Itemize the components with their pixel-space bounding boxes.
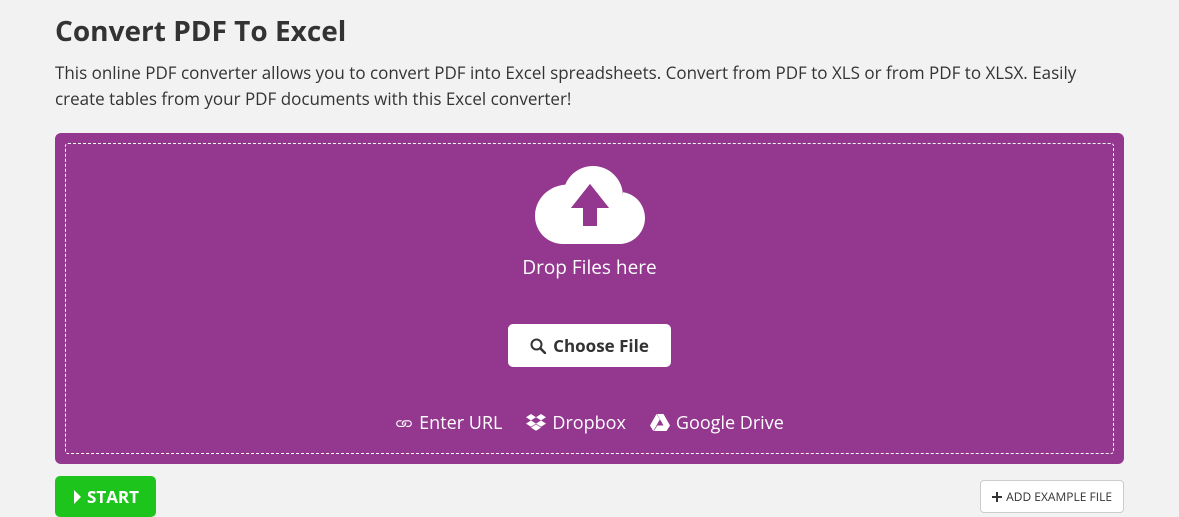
- add-example-file-button[interactable]: ADD EXAMPLE FILE: [980, 480, 1124, 513]
- google-drive-icon: [650, 414, 670, 432]
- drop-files-text: Drop Files here: [86, 254, 1093, 280]
- choose-file-button[interactable]: Choose File: [508, 324, 671, 367]
- source-links: Enter URL Dropbox Google Drive: [86, 411, 1093, 435]
- choose-file-label: Choose File: [553, 334, 649, 357]
- link-icon: [395, 414, 413, 432]
- enter-url-label: Enter URL: [419, 411, 502, 435]
- google-drive-label: Google Drive: [676, 411, 784, 435]
- dropbox-link[interactable]: Dropbox: [526, 411, 626, 435]
- main-container: Convert PDF To Excel This online PDF con…: [0, 12, 1179, 517]
- search-icon: [530, 338, 546, 354]
- cloud-upload-icon: [535, 166, 645, 244]
- start-button[interactable]: START: [55, 476, 156, 517]
- google-drive-link[interactable]: Google Drive: [650, 411, 784, 435]
- dropbox-label: Dropbox: [552, 411, 626, 435]
- action-row: START ADD EXAMPLE FILE: [55, 476, 1124, 517]
- enter-url-link[interactable]: Enter URL: [395, 411, 502, 435]
- dropbox-icon: [526, 414, 546, 432]
- page-description: This online PDF converter allows you to …: [55, 60, 1124, 111]
- plus-icon: [992, 492, 1002, 502]
- page-title: Convert PDF To Excel: [55, 12, 1124, 50]
- upload-panel: Drop Files here Choose File Enter URL: [55, 133, 1124, 464]
- start-label: START: [87, 485, 139, 508]
- upload-dropzone[interactable]: Drop Files here Choose File Enter URL: [65, 143, 1114, 454]
- chevron-right-icon: [72, 490, 82, 504]
- add-example-label: ADD EXAMPLE FILE: [1006, 488, 1112, 505]
